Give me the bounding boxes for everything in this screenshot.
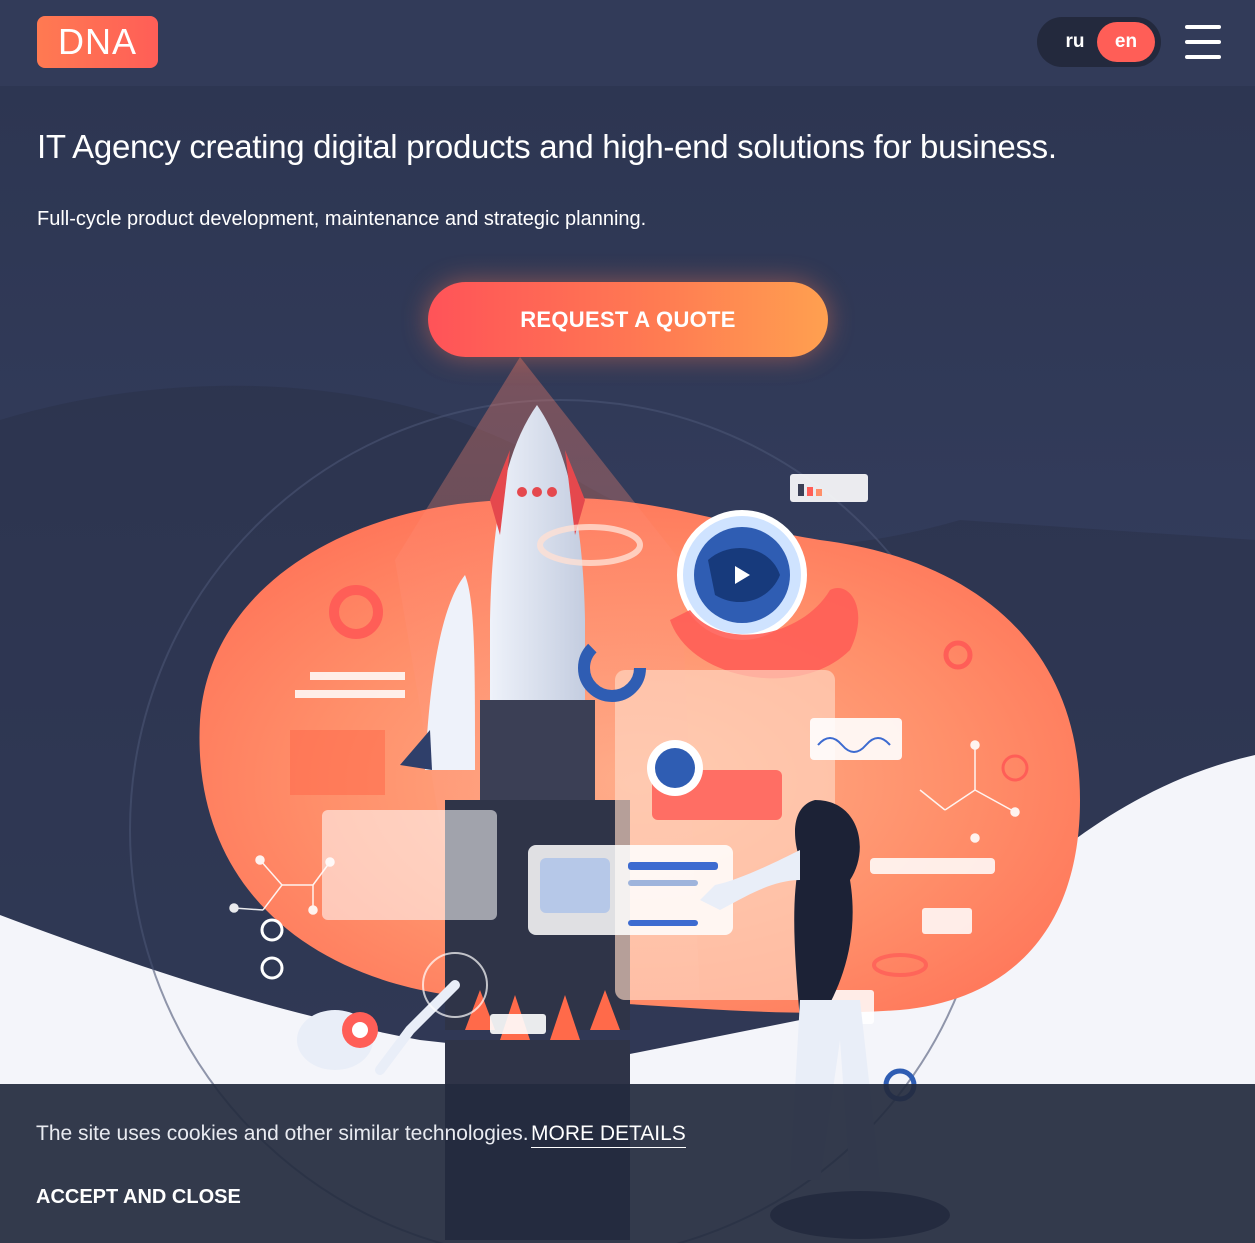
- hero-illustration: [0, 357, 1255, 1243]
- accept-and-close-button[interactable]: ACCEPT AND CLOSE: [36, 1186, 241, 1209]
- cookie-notice-text: The site uses cookies and other similar …: [36, 1122, 529, 1145]
- more-details-link[interactable]: MORE DETAILS: [531, 1122, 686, 1148]
- cookie-banner: The site uses cookies and other similar …: [0, 1084, 1255, 1243]
- request-quote-button[interactable]: REQUEST A QUOTE: [428, 282, 828, 357]
